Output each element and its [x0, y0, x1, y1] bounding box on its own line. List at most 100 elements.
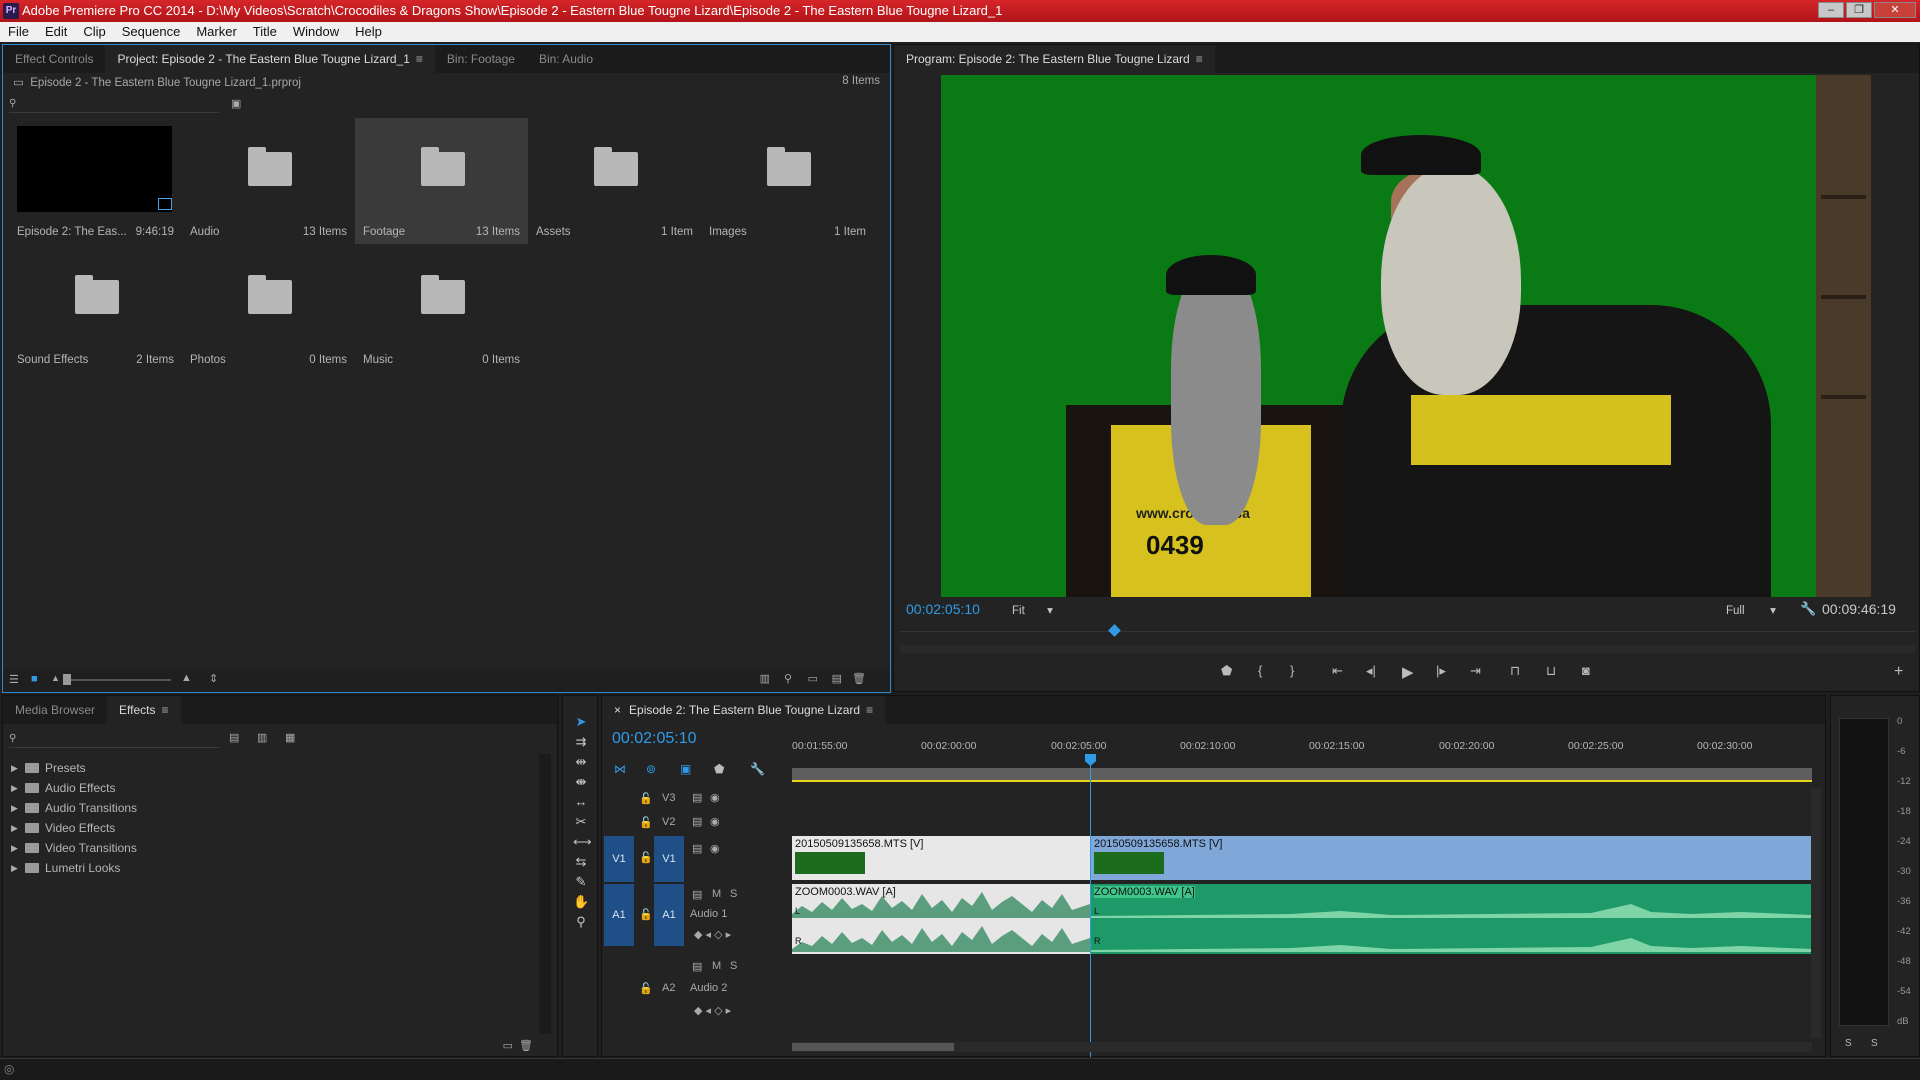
source-patch-v1[interactable]: V1	[604, 836, 634, 882]
menu-sequence[interactable]: Sequence	[122, 22, 181, 42]
tree-item-lumetri-looks[interactable]: ▶ Lumetri Looks	[11, 858, 137, 878]
close-icon[interactable]: ×	[614, 703, 621, 717]
lock-icon[interactable]: 🔓	[639, 982, 653, 995]
project-item-images[interactable]: Images 1 Item	[701, 118, 874, 244]
expand-triangle-icon[interactable]: ▶	[11, 858, 21, 878]
panel-menu-icon[interactable]: ≡	[866, 703, 873, 717]
add-marker-icon[interactable]: ⬟	[1221, 663, 1232, 679]
expand-triangle-icon[interactable]: ▶	[11, 758, 21, 778]
hand-tool-icon[interactable]: ✋	[573, 894, 589, 910]
work-area-bar[interactable]	[792, 768, 1812, 782]
eye-icon[interactable]: ◉	[710, 791, 720, 804]
sort-icon[interactable]: ⇕	[209, 672, 218, 685]
sync-lock-icon[interactable]: ▤	[692, 842, 702, 855]
menu-title[interactable]: Title	[253, 22, 277, 42]
extract-icon[interactable]: ⊔	[1546, 663, 1556, 679]
tree-item-audio-effects[interactable]: ▶ Audio Effects	[11, 778, 137, 798]
menu-edit[interactable]: Edit	[45, 22, 67, 42]
keyframe-nav-icon[interactable]: ◆ ◂ ◇ ▸	[694, 928, 731, 941]
project-item-photos[interactable]: Photos 0 Items	[182, 246, 355, 372]
linked-selection-icon[interactable]: ⊚	[646, 762, 656, 776]
zoom-tool-icon[interactable]: ⚲	[573, 914, 589, 930]
timeline-settings-wrench-icon[interactable]: 🔧	[750, 762, 765, 776]
tab-effect-controls[interactable]: Effect Controls	[3, 45, 105, 73]
project-search-input[interactable]: ⚲	[9, 95, 219, 113]
ripple-edit-tool-icon[interactable]: ⇹	[573, 754, 589, 770]
solo-button[interactable]: S	[730, 960, 737, 972]
mute-button[interactable]: M	[712, 888, 721, 900]
menu-window[interactable]: Window	[293, 22, 339, 42]
project-item-assets[interactable]: Assets 1 Item	[528, 118, 701, 244]
solo-right-button[interactable]: S	[1871, 1038, 1878, 1049]
zoom-in-icon[interactable]: ▲	[181, 672, 192, 684]
automate-to-sequence-icon[interactable]: ▥	[760, 672, 770, 685]
icon-view-icon[interactable]: ■	[31, 673, 38, 685]
expand-triangle-icon[interactable]: ▶	[11, 838, 21, 858]
expand-triangle-icon[interactable]: ▶	[11, 778, 21, 798]
accelerated-effects-icon[interactable]: ▤	[229, 731, 239, 744]
sync-lock-icon[interactable]: ▤	[692, 815, 702, 828]
expand-triangle-icon[interactable]: ▶	[11, 798, 21, 818]
tab-project[interactable]: Project: Episode 2 - The Eastern Blue To…	[105, 45, 435, 73]
slip-tool-icon[interactable]: ⟷	[573, 834, 592, 850]
keyframe-nav-icon[interactable]: ◆ ◂ ◇ ▸	[694, 1004, 731, 1017]
snap-icon[interactable]: ⋈	[614, 762, 626, 776]
zoom-out-icon[interactable]: ▲	[51, 673, 60, 683]
new-custom-bin-icon[interactable]: ▭	[503, 1039, 513, 1052]
sync-lock-icon[interactable]: ▤	[692, 888, 702, 901]
effects-search-input[interactable]: ⚲	[9, 730, 219, 748]
video-clip-selected[interactable]: 20150509135658.MTS [V]	[1091, 836, 1812, 880]
razor-tool-icon[interactable]: ✂	[573, 814, 589, 830]
lock-icon[interactable]: 🔓	[639, 792, 653, 805]
go-to-out-icon[interactable]: ⇥	[1470, 663, 1481, 679]
slide-tool-icon[interactable]: ⇆	[573, 854, 589, 870]
panel-menu-icon[interactable]: ≡	[1196, 52, 1203, 66]
selection-tool-icon[interactable]: ➤	[573, 714, 589, 730]
tree-item-presets[interactable]: ▶ Presets	[11, 758, 137, 778]
scrollbar-thumb[interactable]	[792, 1043, 954, 1051]
menu-help[interactable]: Help	[355, 22, 382, 42]
timeline-ruler[interactable]: 00:01:55:00 00:02:00:00 00:02:05:00 00:0…	[792, 740, 1812, 766]
menu-file[interactable]: File	[8, 22, 29, 42]
play-icon[interactable]: ▶	[1402, 663, 1414, 681]
rolling-edit-tool-icon[interactable]: ⇼	[573, 774, 589, 790]
eye-icon[interactable]: ◉	[710, 842, 720, 855]
timeline-horizontal-scrollbar[interactable]	[792, 1042, 1812, 1052]
zoom-slider-knob[interactable]	[63, 674, 71, 685]
lift-icon[interactable]: ⊓	[1510, 663, 1520, 679]
lock-icon[interactable]: 🔓	[639, 908, 653, 921]
new-item-icon[interactable]: ▤	[832, 672, 842, 685]
go-to-in-icon[interactable]: ⇤	[1332, 663, 1343, 679]
audio-clip[interactable]: ZOOM0003.WAV [A] L R	[1091, 884, 1812, 954]
delete-icon[interactable]: 🗑	[852, 672, 866, 685]
list-view-icon[interactable]: ☰	[9, 673, 19, 686]
track-target-v1[interactable]: V1	[654, 836, 684, 882]
sync-lock-icon[interactable]: ▤	[692, 960, 702, 973]
tree-item-video-transitions[interactable]: ▶ Video Transitions	[11, 838, 137, 858]
menu-marker[interactable]: Marker	[196, 22, 236, 42]
tab-effects[interactable]: Effects ≡	[107, 696, 181, 724]
project-item-sound-effects[interactable]: Sound Effects 2 Items	[9, 246, 182, 372]
step-forward-icon[interactable]: |▸	[1436, 663, 1446, 679]
mute-button[interactable]: M	[712, 960, 721, 972]
tree-item-audio-transitions[interactable]: ▶ Audio Transitions	[11, 798, 137, 818]
delete-custom-item-icon[interactable]: 🗑	[519, 1039, 533, 1052]
video-clip[interactable]: 20150509135658.MTS [V]	[792, 836, 1090, 880]
tab-bin-audio[interactable]: Bin: Audio	[527, 45, 605, 73]
settings-wrench-icon[interactable]: 🔧	[1800, 601, 1816, 617]
expand-triangle-icon[interactable]: ▶	[11, 818, 21, 838]
solo-button[interactable]: S	[730, 888, 737, 900]
mark-in-icon[interactable]: {	[1258, 663, 1262, 678]
program-current-timecode[interactable]: 00:02:05:10	[906, 601, 980, 617]
panel-menu-icon[interactable]: ≡	[162, 703, 169, 717]
effects-scrollbar[interactable]	[539, 754, 551, 1034]
close-button[interactable]: ✕	[1874, 2, 1916, 18]
project-item-music[interactable]: Music 0 Items	[355, 246, 528, 372]
program-video-frame[interactable]: 0439 www.crocodilesa	[941, 75, 1871, 597]
minimize-button[interactable]: –	[1818, 2, 1844, 18]
new-bin-icon[interactable]: ▭	[808, 672, 818, 685]
tab-bin-footage[interactable]: Bin: Footage	[435, 45, 527, 73]
track-target-a1[interactable]: A1	[654, 884, 684, 946]
menu-clip[interactable]: Clip	[83, 22, 105, 42]
find-icon[interactable]: ⚲	[784, 672, 792, 685]
